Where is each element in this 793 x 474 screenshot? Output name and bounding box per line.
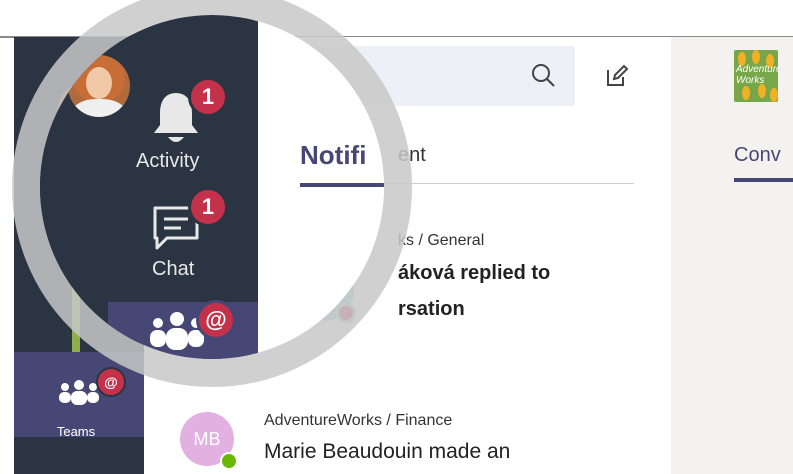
user-avatar[interactable] xyxy=(68,55,130,117)
tab-notifications-underline xyxy=(300,183,384,187)
team-logo[interactable]: Adventure Works xyxy=(734,50,778,102)
avatar-initials: MB xyxy=(193,429,221,449)
notification-title-cont[interactable]: rsation xyxy=(398,298,465,321)
rail-item-activity-label[interactable]: Activity xyxy=(136,150,199,173)
notification-title[interactable]: áková replied to xyxy=(398,262,550,285)
teams-mention-badge: @ xyxy=(96,367,126,397)
tab-notifications[interactable]: Notifi xyxy=(300,140,366,171)
notification-channel: AdventureWorks / Finance xyxy=(264,412,453,429)
compose-icon[interactable] xyxy=(605,64,629,88)
team-logo-text: Adventure Works xyxy=(736,64,778,86)
teams-mention-badge: @ xyxy=(196,300,236,340)
conversation-pane xyxy=(671,37,793,474)
rail-item-teams-label: Teams xyxy=(56,424,96,439)
notification-title[interactable]: Marie Beaudouin made an xyxy=(264,440,510,464)
chat-badge: 1 xyxy=(188,187,228,227)
activity-badge: 1 xyxy=(188,77,228,117)
rail-item-chat-label[interactable]: Chat xyxy=(152,258,194,281)
magnifier-lens: 1 Activity 1 Chat @ Teams Notifi xyxy=(12,0,412,387)
tab-conversations-underline xyxy=(734,178,793,182)
tab-conversations[interactable]: Conv xyxy=(734,144,781,167)
tab-divider xyxy=(380,183,634,184)
search-icon[interactable] xyxy=(530,62,556,88)
avatar: MB xyxy=(180,412,238,470)
notification-channel: ks / General xyxy=(398,232,485,249)
presence-available-icon xyxy=(220,452,238,470)
